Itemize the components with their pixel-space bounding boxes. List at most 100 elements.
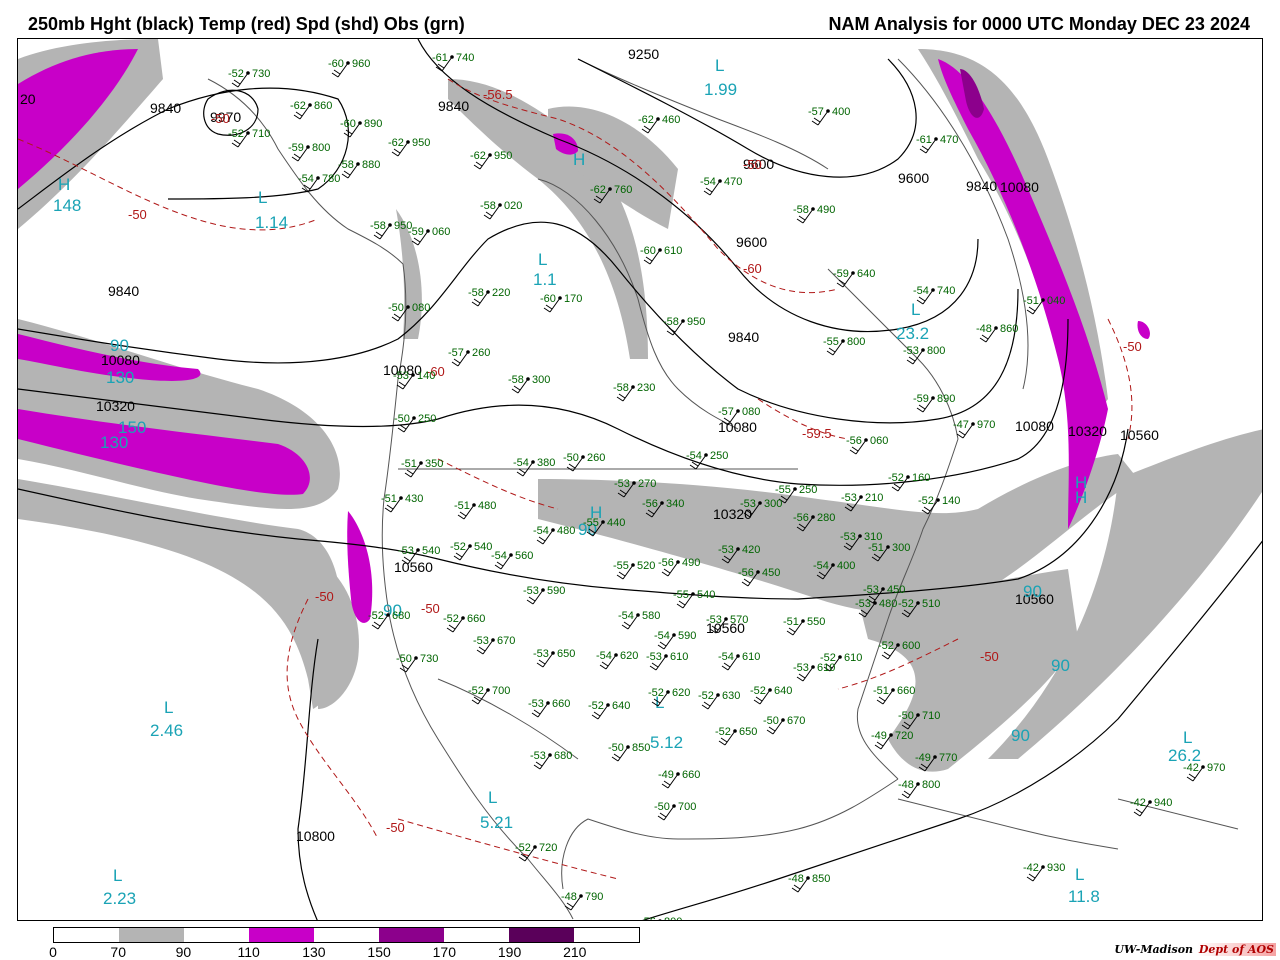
observed-height: 680 — [392, 610, 410, 622]
map-canvas: 9840 984098409840984096009600960010080100… — [18, 39, 1262, 920]
observed-temperature: -54 — [686, 450, 702, 462]
observed-temperature: -56 — [846, 435, 862, 447]
isotherm-50-greenland — [1107, 318, 1133, 440]
observed-height: 850 — [812, 873, 830, 885]
observed-temperature: -52 — [515, 842, 531, 854]
station-observation: -52 640 — [588, 700, 630, 720]
speed-extrema-label: 2.23 — [103, 889, 136, 908]
observed-height: 680 — [554, 750, 572, 762]
observed-temperature: -50 — [898, 710, 914, 722]
observed-height: 950 — [412, 137, 430, 149]
observed-temperature: -53 — [863, 584, 879, 596]
observed-temperature: -52 — [228, 68, 244, 80]
station-observation: -59 060 — [408, 226, 450, 246]
speed-extrema-label: L — [1183, 728, 1192, 747]
observed-height: 710 — [922, 710, 940, 722]
observed-height: 850 — [632, 742, 650, 754]
speed-extrema-label: 130 — [100, 433, 128, 452]
gulf-coast — [561, 778, 899, 890]
colorbar-segment — [444, 928, 509, 942]
observed-temperature: -50 — [763, 715, 779, 727]
station-observation: -56 800 — [640, 916, 682, 920]
station-observation: -62 860 — [290, 100, 332, 120]
observed-height: 730 — [252, 68, 270, 80]
observed-temperature: -53 — [841, 492, 857, 504]
colorbar-tick-label: 110 — [237, 944, 260, 960]
observed-height: 610 — [844, 652, 862, 664]
observed-temperature: -53 — [398, 545, 414, 557]
station-observation: -54 560 — [491, 550, 533, 570]
observed-height: 860 — [314, 100, 332, 112]
observed-temperature: -53 — [473, 635, 489, 647]
observed-height: 480 — [478, 500, 496, 512]
observed-temperature: -50 — [563, 452, 579, 464]
observed-temperature: -62 — [470, 150, 486, 162]
station-observation: -61 740 — [432, 52, 474, 72]
observed-temperature: -62 — [388, 137, 404, 149]
map-title: 250mb Hght (black) Temp (red) Spd (shd) … — [28, 14, 465, 34]
observed-height: 670 — [497, 635, 515, 647]
station-observation: -52 730 — [228, 68, 270, 88]
colorbar-tick-label: 210 — [563, 944, 587, 960]
observed-temperature: -54 — [913, 285, 929, 297]
observed-temperature: -62 — [290, 100, 306, 112]
station-observation: -51 430 — [381, 493, 423, 513]
colorbar-segment — [184, 928, 249, 942]
height-contour-label: 10080 — [1000, 179, 1039, 195]
observed-temperature: -53 — [793, 662, 809, 674]
station-observation: -54 620 — [596, 650, 638, 670]
credit-dept: Dept of AOS — [1196, 943, 1276, 956]
temperature-contour-label: -50 — [1123, 339, 1142, 354]
observed-temperature: -54 — [718, 651, 734, 663]
station-observation: -56 060 — [846, 435, 888, 455]
observed-height: 610 — [742, 651, 760, 663]
observed-height: 970 — [977, 419, 995, 431]
observed-temperature: -52 — [468, 685, 484, 697]
observed-height: 950 — [494, 150, 512, 162]
observed-height: 660 — [682, 769, 700, 781]
height-contour-label: 10320 — [96, 398, 135, 414]
observed-temperature: -49 — [915, 752, 931, 764]
station-observation: -57 400 — [808, 106, 850, 126]
observed-height: 670 — [787, 715, 805, 727]
observed-height: 480 — [557, 525, 575, 537]
observed-temperature: -54 — [533, 525, 549, 537]
speed-extrema-label: H — [58, 175, 70, 194]
station-observation: -56 490 — [658, 557, 700, 577]
observed-height: 800 — [312, 142, 330, 154]
observed-temperature: -51 — [1023, 295, 1039, 307]
observed-temperature: -57 — [718, 406, 734, 418]
observed-height: 650 — [739, 726, 757, 738]
observed-height: 300 — [892, 542, 910, 554]
observed-height: 700 — [492, 685, 510, 697]
height-contour-label: 9840 — [438, 98, 469, 114]
height-contour-label: 9600 — [898, 170, 929, 186]
observed-temperature: -59 — [913, 393, 929, 405]
observed-height: 450 — [887, 584, 905, 596]
observed-height: 480 — [879, 598, 897, 610]
station-observation: -52 540 — [450, 541, 492, 561]
station-observation: -60 960 — [328, 58, 370, 78]
observed-temperature: -52 — [368, 610, 384, 622]
colorbar-tick-label: 190 — [497, 944, 522, 960]
observed-temperature: -50 — [388, 302, 404, 314]
observed-temperature: -59 — [833, 268, 849, 280]
observed-temperature: -56 — [793, 512, 809, 524]
speed-extrema-label: 23.2 — [896, 324, 929, 343]
observed-height: 400 — [837, 560, 855, 572]
observed-temperature: -50 — [654, 801, 670, 813]
observed-height: 950 — [687, 316, 705, 328]
speed-extrema-label: 90 — [110, 336, 129, 355]
station-observation: -54 740 — [913, 285, 955, 305]
station-observation: -47 970 — [953, 419, 995, 439]
station-observation: -52 710 — [228, 128, 270, 148]
observed-height: 800 — [927, 345, 945, 357]
height-contour-label: 10080 — [718, 419, 757, 435]
observed-height: 890 — [364, 118, 382, 130]
station-observation: -61 470 — [916, 134, 958, 154]
observed-temperature: -49 — [658, 769, 674, 781]
observed-temperature: -53 — [614, 478, 630, 490]
station-observation: -50 700 — [654, 801, 696, 821]
speed-extrema-label: 1.99 — [704, 80, 737, 99]
observed-height: 170 — [564, 293, 582, 305]
